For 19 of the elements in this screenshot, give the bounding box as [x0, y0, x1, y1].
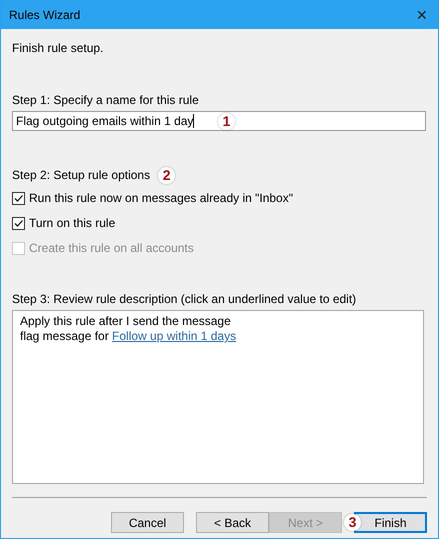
step-number-badge: 2: [158, 167, 176, 184]
dialog-button: Next >: [269, 512, 342, 533]
step-label: Step 3: Review rule description (click an underlined value to edit): [12, 292, 358, 307]
checkbox-label: Create this rule on all accounts: [29, 241, 194, 255]
checkbox[interactable]: [12, 192, 25, 204]
instruction-text: Finish rule setup.: [12, 41, 104, 55]
window-title: Rules Wizard: [9, 8, 80, 22]
checkbox[interactable]: [12, 216, 25, 230]
dialog-button[interactable]: < Back: [196, 512, 269, 533]
checkbox-label: Turn on this rule: [29, 216, 116, 230]
checkbox-label: Run this rule now on messages already in "Inbox": [29, 191, 293, 205]
close-button[interactable]: ✕: [406, 7, 438, 23]
step-number-badge: 3: [344, 514, 361, 531]
step-label: Step 1: Specify a name for this rule: [12, 93, 200, 108]
dialog-button[interactable]: Cancel: [111, 512, 184, 533]
step-label: Step 2: Setup rule options: [12, 168, 150, 183]
description-line: flag message for Follow up within 1 days: [20, 329, 238, 344]
description-line: Apply this rule after I send the message: [20, 314, 232, 329]
value-link[interactable]: Follow up within 1 days: [112, 329, 236, 343]
